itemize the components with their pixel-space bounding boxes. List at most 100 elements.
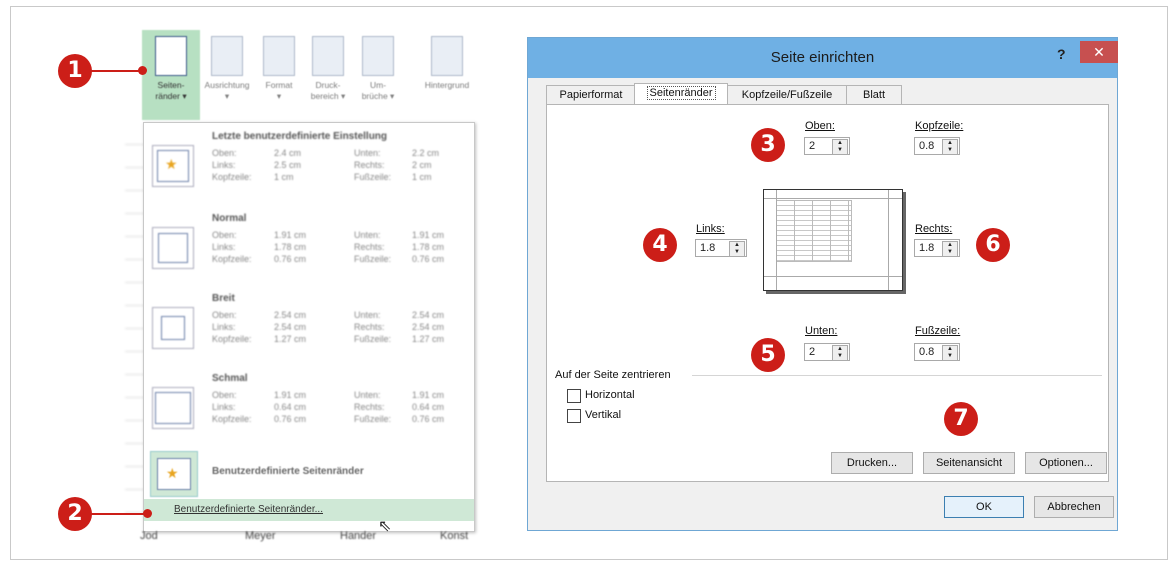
kopfzeile-spinner[interactable]: 0.8 ▲ ▼ [914,137,960,155]
tab-blatt[interactable]: Blatt [846,85,902,105]
star-icon: ★ [165,156,178,172]
spinner-arrows-icon[interactable]: ▲ ▼ [942,345,958,361]
fusszeile-label: Fußzeile: [915,325,961,337]
size-button[interactable]: Format ▾ [256,30,302,120]
cell: Hander [340,530,377,542]
preset-thumbnail [152,227,194,269]
size-icon [263,36,295,76]
callout-6: 6 [976,228,1010,262]
margins-label-1: Seiten- [157,80,185,90]
callout-1-leader [88,70,144,72]
fusszeile-spinner[interactable]: 0.8 ▲ ▼ [914,343,960,361]
kopfzeile-label: Kopfzeile: [915,120,964,132]
preset-name: Letzte benutzerdefinierte Einstellung [212,131,388,142]
callout-5: 5 [751,338,785,372]
spinner-arrows-icon[interactable]: ▲ ▼ [942,241,958,257]
preset-values: Oben: 1.91 cm Unten: 1.91 cm Links: 0.64 cm R… [212,390,445,424]
page-preview [763,189,903,291]
preset-thumbnail [152,307,194,349]
unten-spinner[interactable]: 2 ▲ ▼ [804,343,850,361]
print-button[interactable]: Drucken... [831,452,913,474]
callout-3: 3 [751,128,785,162]
links-spinner[interactable]: 1.8 ▲ ▼ [695,239,747,257]
horizontal-checkbox[interactable] [567,389,581,403]
callout-4: 4 [643,228,677,262]
custom-margins-menu-label: Benutzerdefinierte Seitenränder... [174,504,323,515]
oben-label: Oben: [805,120,835,132]
preset-name: Breit [212,293,235,304]
background-image-icon [431,36,463,76]
worksheet-background [125,122,145,532]
worksheet-row: Jod Meyer Hander Konst [140,530,480,548]
size-arrow: ▾ [276,91,282,101]
star-icon: ★ [166,465,179,481]
preset-values: Oben: 2.4 cm Unten: 2.2 cm Links: 2.5 cm Rech… [212,148,440,182]
custom-margins-label: Benutzerdefinierte Seitenränder [212,466,364,477]
orientation-arrow: ▾ [224,91,230,101]
ok-button[interactable]: OK [944,496,1024,518]
print-area-icon [312,36,344,76]
background-label: Hintergrund [424,80,470,90]
orientation-label: Ausrichtung [204,80,250,90]
print-area-label-2: bereich ▾ [310,91,346,101]
tab-papierformat[interactable]: Papierformat [546,85,636,105]
preset-values: Oben: 2.54 cm Unten: 2.54 cm Links: 2.54 cm R… [212,310,445,344]
custom-margins-menu-item[interactable]: Benutzerdefinierte Seitenränder... [144,499,474,521]
dialog-title: Seite einrichten [770,49,875,66]
horizontal-label: Horizontal [585,389,635,401]
close-button[interactable]: ✕ [1080,41,1118,63]
preset-narrow[interactable]: Schmal Oben: 1.91 cm Unten: 1.91 cm Links: 0… [144,369,474,449]
spinner-arrows-icon[interactable]: ▲ ▼ [832,345,848,361]
callout-1-dot [138,66,147,75]
cell: Meyer [245,530,276,542]
margins-panel: Oben: 2 ▲ ▼ Kopfzeile: 0.8 ▲ ▼ Links: 1.8 ▲ ▼ … [546,104,1109,482]
breaks-icon [362,36,394,76]
preset-values: Oben: 1.91 cm Unten: 1.91 cm Links: 1.78 cm R… [212,230,445,264]
vertical-checkbox[interactable] [567,409,581,423]
dialog-titlebar: Seite einrichten ? ✕ [528,38,1118,78]
callout-2: 2 [58,497,92,531]
breaks-button[interactable]: Um- brüche ▾ [354,30,402,120]
page-setup-dialog: Seite einrichten ? ✕ Papierformat Seiten… [527,37,1118,531]
callout-7: 7 [944,402,978,436]
oben-spinner[interactable]: 2 ▲ ▼ [804,137,850,155]
margins-dropdown: ★ Letzte benutzerdefinierte Einstellung … [143,122,475,532]
preset-thumbnail [152,387,194,429]
custom-margins-thumbnail: ★ [150,451,198,497]
spinner-arrows-icon[interactable]: ▲ ▼ [942,139,958,155]
preset-wide[interactable]: Breit Oben: 2.54 cm Unten: 2.54 cm Links: 2.… [144,289,474,369]
spinner-arrows-icon[interactable]: ▲ ▼ [832,139,848,155]
breaks-label-1: Um- [369,80,387,90]
preset-name: Normal [212,213,247,224]
rechts-spinner[interactable]: 1.8 ▲ ▼ [914,239,960,257]
links-label: Links: [696,223,725,235]
breaks-label-2: brüche ▾ [361,91,395,101]
rechts-label: Rechts: [915,223,953,235]
callout-1: 1 [58,54,92,88]
orientation-button[interactable]: Ausrichtung ▾ [198,30,256,120]
preset-custom[interactable]: ★ Benutzerdefinierte Seitenränder [144,448,474,498]
preset-last-custom[interactable]: ★ Letzte benutzerdefinierte Einstellung … [144,127,474,207]
cell: Jod [140,530,158,542]
margins-icon [155,36,187,76]
margins-button[interactable]: Seiten- ränder ▾ [142,30,200,120]
preset-thumbnail: ★ [152,145,194,187]
cancel-button[interactable]: Abbrechen [1034,496,1114,518]
preset-name: Schmal [212,373,248,384]
print-preview-button[interactable]: Seitenansicht [923,452,1015,474]
print-area-button[interactable]: Druck- bereich ▾ [304,30,352,120]
background-button[interactable]: Hintergrund [416,30,478,120]
options-button[interactable]: Optionen... [1025,452,1107,474]
orientation-icon [211,36,243,76]
cell: Konst [440,530,469,542]
callout-2-leader [88,513,148,515]
print-area-label-1: Druck- [315,80,341,90]
margins-label-2: ränder ▾ [155,91,187,101]
tab-kopfzeile-fusszeile[interactable]: Kopfzeile/Fußzeile [727,85,847,105]
help-icon[interactable]: ? [1057,46,1066,62]
spinner-arrows-icon[interactable]: ▲ ▼ [729,241,745,257]
callout-2-dot [143,509,152,518]
preset-normal[interactable]: Normal Oben: 1.91 cm Unten: 1.91 cm Links: 1… [144,209,474,289]
center-on-page-label: Auf der Seite zentrieren [555,369,671,381]
tab-seitenraender[interactable]: Seitenränder [634,83,728,106]
